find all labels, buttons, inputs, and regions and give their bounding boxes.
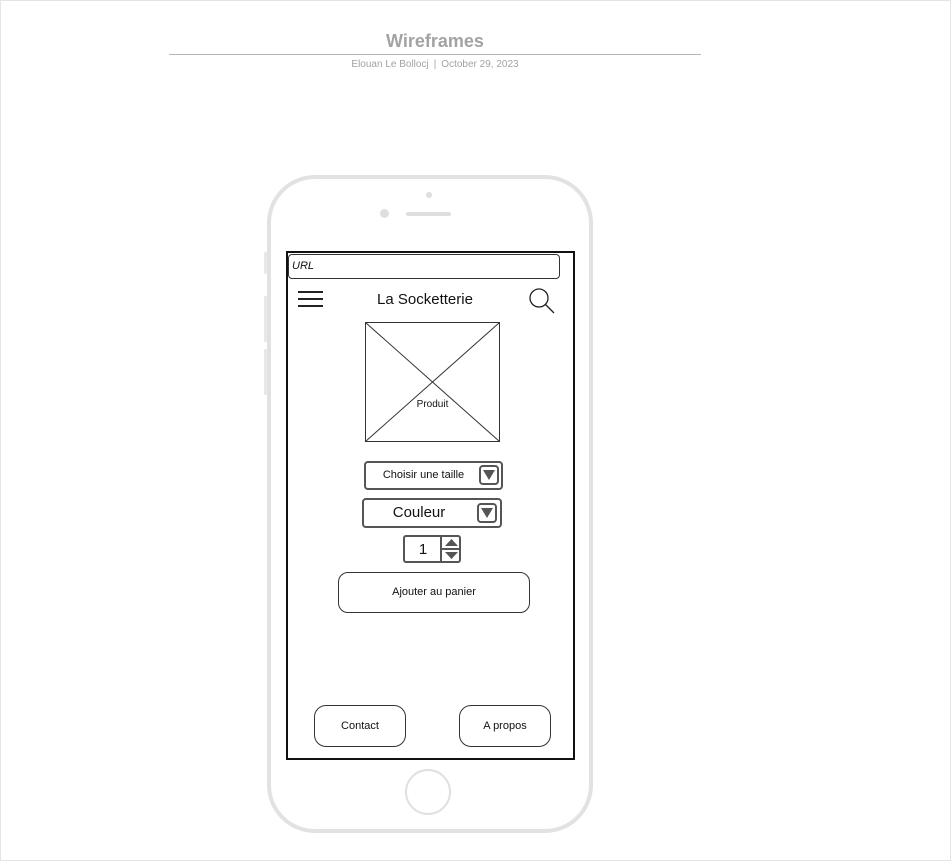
product-image-placeholder [365, 322, 500, 442]
site-title: La Socketterie [377, 291, 473, 308]
about-button[interactable]: A propos [459, 705, 551, 747]
hamburger-menu-icon[interactable] [298, 291, 324, 309]
earpiece-speaker [406, 212, 451, 216]
size-select[interactable]: Choisir une taille [364, 461, 503, 490]
stepper-up-icon[interactable] [442, 537, 461, 548]
stepper-buttons [440, 537, 461, 561]
chevron-down-icon[interactable] [477, 503, 497, 523]
size-select-label: Choisir une taille [382, 469, 465, 481]
chevron-down-icon[interactable] [479, 465, 499, 485]
search-icon[interactable] [528, 287, 556, 315]
document-title: Wireframes [386, 31, 484, 51]
meta-separator: | [433, 59, 437, 70]
document-date: October 29, 2023 [441, 59, 519, 70]
author-name: Elouan Le Bollocj [351, 59, 429, 70]
quantity-stepper[interactable]: 1 [403, 535, 461, 563]
title-divider [169, 54, 701, 55]
proximity-sensor [380, 209, 389, 218]
home-button[interactable] [405, 769, 451, 815]
add-to-cart-button[interactable]: Ajouter au panier [338, 572, 530, 613]
color-select[interactable]: Couleur [362, 498, 502, 528]
url-bar[interactable]: URL [288, 254, 560, 279]
stepper-down-icon[interactable] [442, 550, 461, 561]
product-image-label: Produit [416, 399, 449, 410]
quantity-value[interactable]: 1 [405, 541, 441, 558]
front-camera [426, 192, 432, 198]
contact-button[interactable]: Contact [314, 705, 406, 747]
document-meta: Elouan Le Bollocj | October 29, 2023 [169, 59, 701, 70]
color-select-label: Couleur [392, 504, 446, 521]
